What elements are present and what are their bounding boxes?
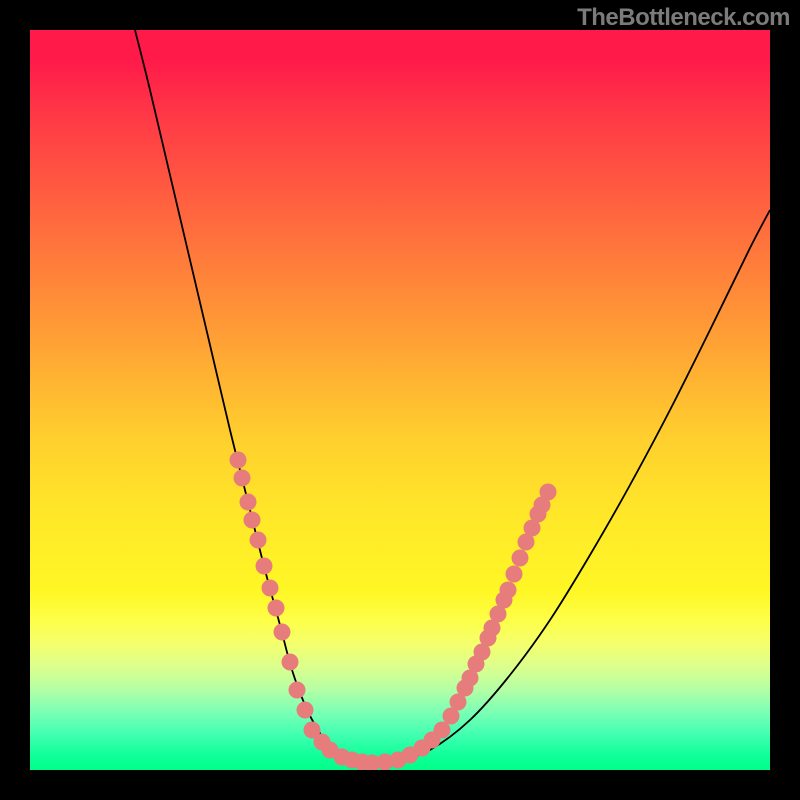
highlight-dot — [500, 582, 517, 599]
highlight-dot — [282, 654, 299, 671]
highlight-dot — [274, 624, 291, 641]
highlight-dot — [262, 580, 279, 597]
highlight-dot — [256, 558, 273, 575]
plot-area — [30, 30, 770, 770]
bottleneck-curve — [135, 30, 770, 762]
highlight-dot — [540, 484, 557, 501]
highlight-dot — [289, 682, 306, 699]
highlight-dot — [434, 722, 451, 739]
highlight-dot — [250, 532, 267, 549]
highlight-dot — [512, 550, 529, 567]
highlight-dot — [234, 470, 251, 487]
highlight-dot — [230, 452, 247, 469]
highlight-dots — [230, 452, 557, 771]
highlight-dot — [268, 600, 285, 617]
curve-layer — [30, 30, 770, 770]
chart-frame: TheBottleneck.com — [0, 0, 800, 800]
highlight-dot — [244, 512, 261, 529]
highlight-dot — [297, 702, 314, 719]
watermark-text: TheBottleneck.com — [577, 4, 790, 32]
highlight-dot — [506, 566, 523, 583]
highlight-dot — [240, 494, 257, 511]
